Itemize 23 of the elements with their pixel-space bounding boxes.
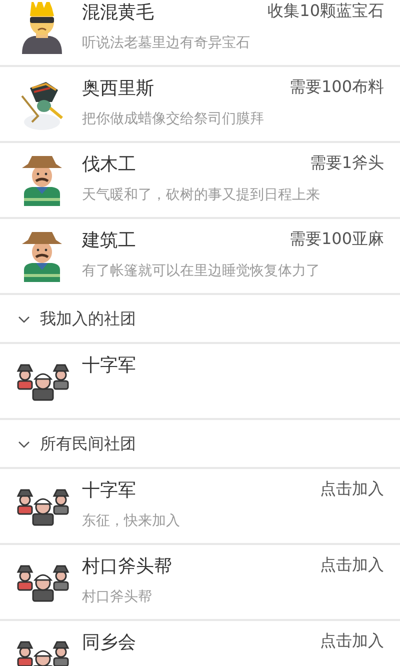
description-text: 东征，快来加入	[82, 512, 181, 531]
name-label: 伐木工	[82, 153, 136, 177]
task-label: 需要100亚麻	[289, 228, 384, 250]
name-label: 同乡会	[82, 631, 136, 655]
task-label: 收集10颗蓝宝石	[268, 0, 384, 22]
description-text: 村口斧头帮	[82, 588, 153, 607]
name-label: 十字军	[82, 479, 136, 503]
name-label: 十字军	[82, 354, 136, 378]
join-link[interactable]: 点击加入	[320, 553, 384, 577]
join-link[interactable]: 点击加入	[320, 477, 384, 501]
name-label: 奥西里斯	[82, 77, 154, 101]
join-link[interactable]: 点击加入	[320, 629, 384, 653]
name-label: 村口斧头帮	[82, 555, 172, 579]
task-label: 需要100布料	[289, 76, 384, 98]
description-text: 天气暖和了，砍树的事又提到日程上来	[82, 186, 321, 205]
description-text: 听说法老墓里边有奇异宝石	[82, 34, 251, 53]
description-text: 有了帐篷就可以在里边睡觉恢复体力了	[82, 262, 321, 281]
section-title: 我加入的社团	[40, 308, 136, 330]
description-text: 把你做成蜡像交给祭司们膜拜	[82, 110, 265, 129]
section-title: 所有民间社团	[40, 432, 136, 454]
name-label: 混混黄毛	[82, 1, 154, 25]
task-label: 需要1斧头	[310, 152, 384, 174]
name-label: 建筑工	[82, 229, 136, 253]
